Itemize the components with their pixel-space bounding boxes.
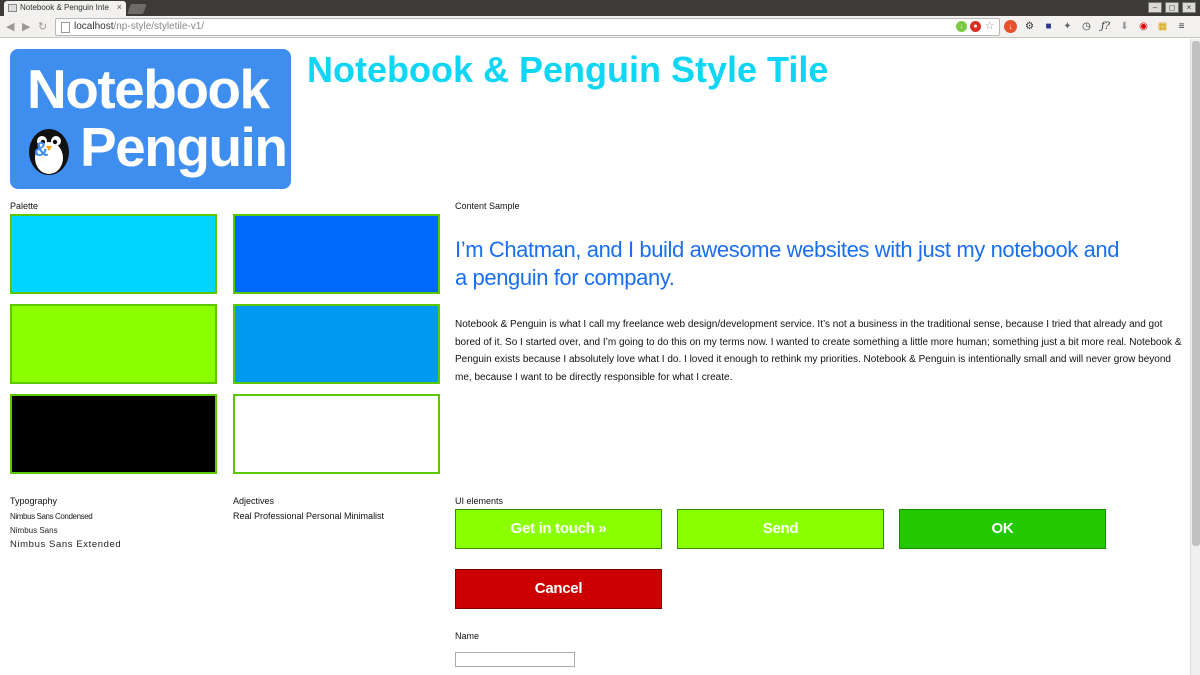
forward-arrow-icon[interactable]: ▶ bbox=[22, 20, 30, 33]
scrollbar-thumb[interactable] bbox=[1192, 41, 1200, 546]
adjectives-values: Real Professional Personal Minimalist bbox=[233, 511, 385, 521]
url-text[interactable]: localhost/np-style/styletile-v1/ bbox=[74, 21, 204, 32]
logo-ampersand: & bbox=[34, 139, 49, 161]
browser-tab[interactable]: Notebook & Penguin Inte × bbox=[4, 1, 126, 16]
palette-label: Palette bbox=[10, 201, 39, 211]
font-finder-icon[interactable]: ƒ? bbox=[1099, 20, 1112, 33]
minimize-button[interactable]: – bbox=[1148, 2, 1162, 13]
clock-icon[interactable]: ◷ bbox=[1080, 20, 1093, 33]
palette-swatch-cyan bbox=[10, 214, 217, 294]
tab-close-icon[interactable]: × bbox=[117, 2, 122, 12]
address-bar[interactable]: localhost/np-style/styletile-v1/ ↓ ● ☆ bbox=[55, 18, 1000, 36]
page-title: Notebook & Penguin Style Tile bbox=[307, 49, 829, 90]
download-icon[interactable]: ⬇ bbox=[1118, 20, 1131, 33]
page-viewport: Notebook & Penguin Notebook & Penguin St… bbox=[0, 39, 1200, 675]
menu-icon[interactable]: ≡ bbox=[1175, 20, 1188, 33]
logo-text-line1: Notebook bbox=[27, 58, 270, 120]
typography-label: Typography bbox=[10, 496, 58, 506]
palette-swatch-blue bbox=[233, 214, 440, 294]
omnibox-icons: ↓ ● ☆ bbox=[956, 21, 995, 32]
adjectives-label: Adjectives bbox=[233, 496, 275, 506]
color-picker-icon[interactable]: ▦ bbox=[1156, 20, 1169, 33]
close-window-button[interactable]: × bbox=[1182, 2, 1196, 13]
palette-swatch-black bbox=[10, 394, 217, 474]
extension-blue-icon[interactable]: ■ bbox=[1042, 20, 1055, 33]
ok-button[interactable]: OK bbox=[899, 509, 1106, 549]
browser-titlebar: Notebook & Penguin Inte × – ◻ × bbox=[0, 0, 1200, 16]
font-sample-condensed: Nimbus Sans Condensed bbox=[10, 512, 93, 521]
maximize-button[interactable]: ◻ bbox=[1165, 2, 1179, 13]
extension-red-icon[interactable]: ● bbox=[970, 21, 981, 32]
tab-title: Notebook & Penguin Inte bbox=[20, 3, 109, 12]
gear-icon[interactable]: ⚙ bbox=[1023, 20, 1036, 33]
extension-orange-icon[interactable]: ↓ bbox=[1004, 20, 1017, 33]
extension-green-icon[interactable]: ↓ bbox=[956, 21, 967, 32]
font-sample-extended: Nimbus Sans Extended bbox=[10, 539, 122, 550]
back-arrow-icon[interactable]: ◀ bbox=[6, 20, 14, 33]
palette-swatch-sky bbox=[233, 304, 440, 384]
extension-gray-icon[interactable]: ✦ bbox=[1061, 20, 1074, 33]
font-sample-regular: Nimbus Sans bbox=[10, 526, 58, 535]
bookmark-star-icon[interactable]: ☆ bbox=[984, 21, 995, 32]
get-in-touch-button[interactable]: Get in touch » bbox=[455, 509, 662, 549]
reload-icon[interactable]: ↻ bbox=[38, 20, 47, 33]
vertical-scrollbar[interactable] bbox=[1190, 39, 1200, 675]
ui-elements-label: UI elements bbox=[455, 496, 504, 506]
window-controls: – ◻ × bbox=[1148, 2, 1196, 13]
name-label: Name bbox=[455, 631, 480, 641]
logo-text-line2: Penguin bbox=[80, 116, 288, 178]
palette-swatch-white bbox=[233, 394, 440, 474]
content-sample-label: Content Sample bbox=[455, 201, 520, 211]
page-favicon-icon bbox=[8, 4, 17, 12]
extension-icons: ↓ ⚙ ■ ✦ ◷ ƒ? ⬇ ◉ ▦ ≡ bbox=[1004, 20, 1188, 33]
new-tab-button[interactable] bbox=[127, 4, 147, 14]
intro-heading: I’m Chatman, and I build awesome website… bbox=[455, 237, 1120, 290]
page-icon bbox=[61, 22, 70, 33]
send-button[interactable]: Send bbox=[677, 509, 884, 549]
logo: Notebook & Penguin bbox=[10, 49, 291, 189]
opera-icon[interactable]: ◉ bbox=[1137, 20, 1150, 33]
palette-swatch-lime bbox=[10, 304, 217, 384]
intro-body: Notebook & Penguin is what I call my fre… bbox=[455, 319, 1182, 383]
cancel-button[interactable]: Cancel bbox=[455, 569, 662, 609]
browser-toolbar: ◀ ▶ ↻ localhost/np-style/styletile-v1/ ↓… bbox=[0, 16, 1200, 38]
penguin-icon bbox=[29, 129, 69, 175]
name-input[interactable] bbox=[455, 652, 575, 667]
